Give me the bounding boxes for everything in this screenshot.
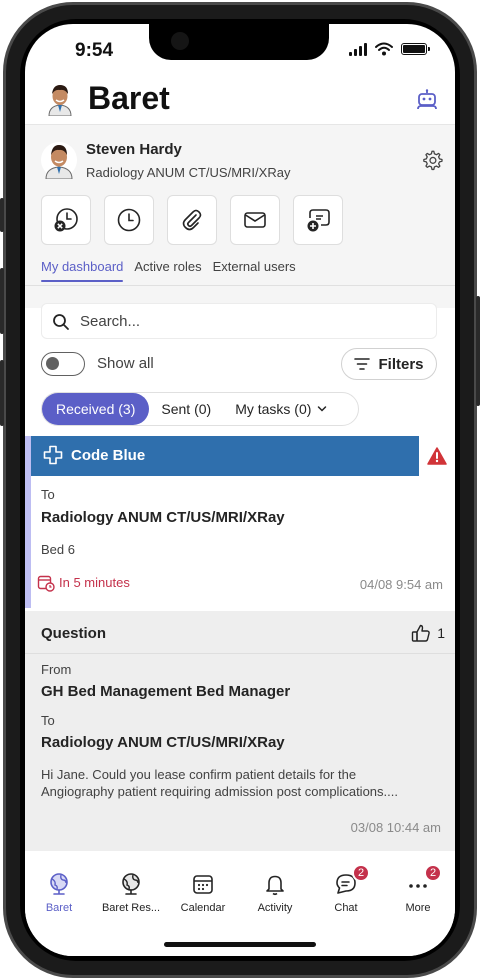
quick-actions: [41, 195, 343, 245]
card-detail: Bed 6: [41, 542, 75, 557]
signal-icon: [349, 42, 367, 56]
notch: [149, 24, 329, 60]
nav-label: More: [405, 902, 431, 914]
card-title: Question: [41, 625, 107, 642]
card-divider: [25, 653, 455, 654]
nav-label: Calendar: [180, 902, 226, 914]
nav-more[interactable]: 2 More: [382, 864, 454, 914]
recipient: Radiology ANUM CT/US/MRI/XRay: [41, 734, 285, 751]
mail-icon: [244, 212, 266, 228]
add-chat-button[interactable]: [293, 195, 343, 245]
to-label: To: [41, 487, 55, 502]
message-card-question[interactable]: Question 1 From GH Bed Management Bed Ma…: [25, 611, 455, 851]
sender: GH Bed Management Bed Manager: [41, 683, 291, 700]
nav-chat[interactable]: 2 Chat: [310, 864, 382, 914]
clock-cancel-button[interactable]: [41, 195, 91, 245]
search-icon: [53, 314, 69, 330]
side-button-volume-down: [0, 360, 4, 426]
clock-button[interactable]: [104, 195, 154, 245]
toggle-knob: [46, 357, 59, 370]
side-button-power: [476, 296, 480, 406]
add-chat-icon: [307, 209, 330, 232]
status-time: 9:54: [75, 40, 114, 61]
timestamp: 03/08 10:44 am: [350, 820, 441, 835]
show-all-toggle[interactable]: [41, 352, 85, 376]
side-button-volume-up: [0, 268, 4, 334]
my-tasks-label: My tasks (0): [235, 401, 312, 417]
battery-icon: [401, 43, 430, 55]
nav-calendar[interactable]: Calendar: [167, 872, 239, 914]
chat-badge: 2: [352, 864, 370, 882]
message-preview: Hi Jane. Could you lease confirm patient…: [41, 767, 398, 799]
alert-indicator: [419, 436, 455, 476]
status-icons: [349, 42, 430, 56]
nav-label: Baret: [45, 902, 73, 914]
search-input[interactable]: Search...: [41, 303, 437, 339]
filters-button[interactable]: Filters: [341, 348, 437, 380]
paperclip-icon: [182, 209, 202, 231]
profile-section: Steven Hardy Radiology ANUM CT/US/MRI/XR…: [25, 124, 455, 308]
recipient: Radiology ANUM CT/US/MRI/XRay: [41, 509, 285, 526]
app-header: Baret: [25, 80, 455, 124]
gear-icon[interactable]: [421, 149, 443, 171]
chevron-down-icon: [318, 406, 327, 412]
screen: 9:54 Baret Steven Hardy Radiology ANUM C…: [25, 24, 455, 956]
card-header-code-blue: Code Blue: [31, 436, 419, 476]
show-all-label: Show all: [97, 355, 154, 372]
tabs-divider: [25, 285, 455, 286]
mail-button[interactable]: [230, 195, 280, 245]
filter-icon: [354, 358, 371, 370]
clock-cancel-icon: [54, 208, 78, 232]
side-button-mute: [0, 198, 4, 232]
nav-label: Activity: [257, 902, 293, 914]
bell-icon: [266, 875, 284, 896]
thumbs-up-icon[interactable]: [411, 623, 431, 643]
tab-received[interactable]: Received (3): [42, 393, 150, 425]
to-label: To: [41, 713, 55, 728]
attach-button[interactable]: [167, 195, 217, 245]
profile-avatar[interactable]: [41, 141, 77, 179]
filters-label: Filters: [378, 355, 424, 373]
nav-label: Chat: [334, 902, 358, 914]
nav-baret-res[interactable]: Baret Res...: [95, 872, 167, 914]
profile-name: Steven Hardy: [86, 141, 182, 158]
timestamp: 04/08 9:54 am: [359, 577, 443, 592]
like-count: 1: [437, 625, 445, 641]
avatar[interactable]: [45, 82, 75, 116]
message-card-code-blue[interactable]: Code Blue To Radiology ANUM CT/US/MRI/XR…: [25, 436, 455, 608]
warning-icon: [427, 447, 447, 465]
due-calendar-icon: [37, 575, 55, 592]
tab-my-dashboard[interactable]: My dashboard: [41, 259, 124, 282]
profile-role: Radiology ANUM CT/US/MRI/XRay: [86, 165, 291, 180]
card-title: Code Blue: [71, 447, 146, 464]
tab-sent[interactable]: Sent (0): [149, 393, 223, 425]
tab-active-roles[interactable]: Active roles: [134, 259, 201, 282]
globe-icon: [50, 873, 68, 895]
home-indicator: [164, 942, 316, 947]
from-label: From: [41, 662, 72, 677]
bot-icon[interactable]: [415, 88, 439, 112]
calendar-icon: [193, 875, 213, 894]
message-segments: Received (3) Sent (0) My tasks (0): [41, 392, 359, 426]
more-badge: 2: [424, 864, 442, 882]
tab-my-tasks[interactable]: My tasks (0): [223, 393, 339, 425]
search-placeholder: Search...: [80, 313, 141, 330]
nav-label: Baret Res...: [101, 902, 161, 914]
page-title: Baret: [88, 80, 170, 116]
globe-icon: [122, 873, 140, 895]
due-time: In 5 minutes: [59, 575, 130, 590]
tab-external-users[interactable]: External users: [213, 259, 296, 282]
medical-cross-icon: [43, 445, 63, 465]
nav-baret[interactable]: Baret: [25, 872, 95, 914]
clock-icon: [117, 208, 141, 232]
dashboard-tabs: My dashboard Active roles External users: [41, 259, 296, 282]
wifi-icon: [375, 42, 393, 56]
nav-activity[interactable]: Activity: [239, 872, 311, 914]
camera: [171, 32, 189, 50]
